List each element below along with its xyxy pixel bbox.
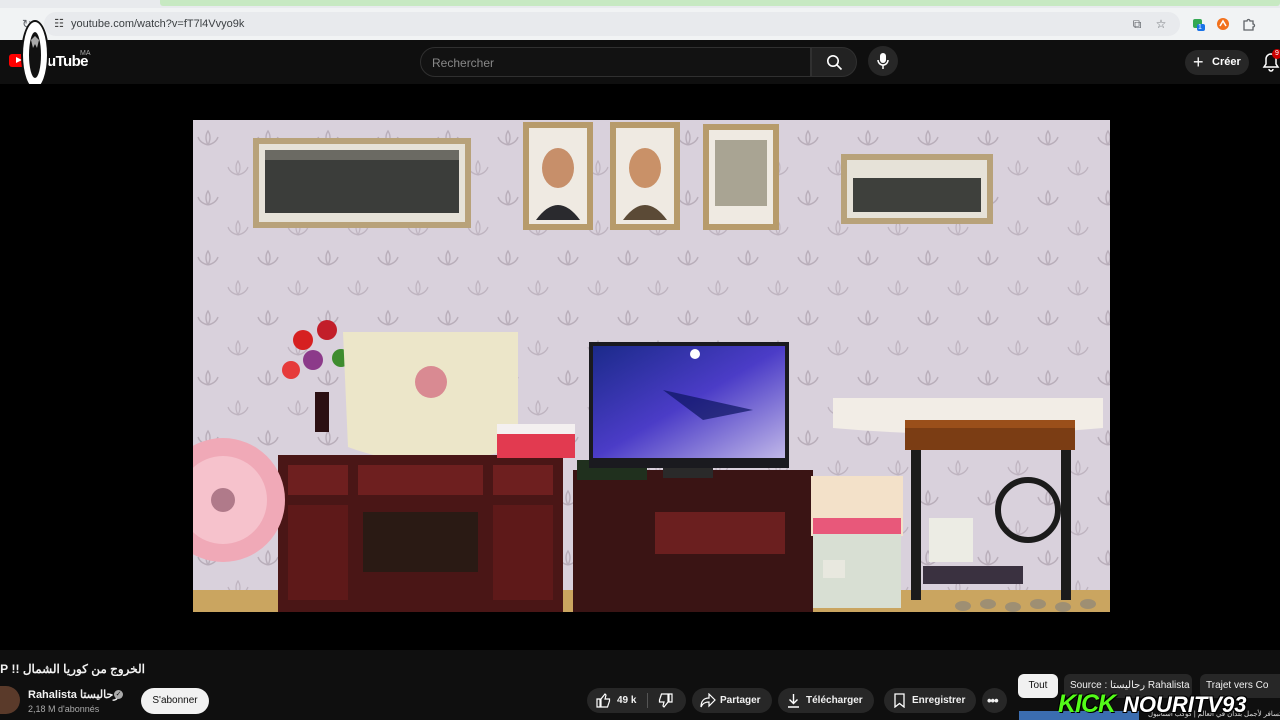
share-label: Partager (720, 695, 761, 706)
chip-all[interactable]: Tout (1018, 674, 1058, 698)
subscribe-button[interactable]: S'abonner (141, 688, 209, 714)
site-settings-icon[interactable]: ☷ (52, 17, 66, 31)
search-button[interactable] (811, 47, 857, 77)
bookmark-star-icon[interactable]: ☆ (1154, 17, 1168, 31)
video-info-bar: الخروج من كوريا الشمال !! KP Rahalista ر… (0, 650, 1280, 720)
extension-orange-icon[interactable] (1216, 17, 1230, 31)
subscriber-count: 2,18 M d'abonnés (28, 704, 100, 714)
share-arrow-icon (700, 693, 716, 708)
download-button[interactable]: Télécharger (778, 688, 874, 713)
search-icon (827, 55, 843, 71)
verified-check-icon: ✓ (114, 690, 123, 699)
video-title: الخروج من كوريا الشمال !! KP (0, 662, 145, 676)
video-frame[interactable] (193, 120, 1110, 612)
share-button[interactable]: Partager (692, 688, 772, 713)
like-divider (647, 693, 648, 708)
streamer-watermark: NOURITV93 (1123, 692, 1247, 717)
video-player[interactable] (0, 84, 1280, 650)
thumbs-up-icon (596, 693, 611, 708)
create-button[interactable]: + Créer (1185, 50, 1249, 75)
browser-tab-strip (0, 0, 1280, 8)
notification-count-badge: 9 (1272, 49, 1280, 59)
like-count: 49 k (617, 695, 637, 706)
install-app-icon[interactable]: ⧉ (1130, 17, 1144, 31)
like-dislike-group: 49 k (587, 688, 686, 713)
address-bar[interactable]: ☷ youtube.com/watch?v=fT7l4Vvyo9k (44, 12, 1180, 36)
more-actions-button[interactable]: ••• (982, 688, 1007, 713)
search-field[interactable] (420, 47, 811, 77)
extensions-puzzle-icon[interactable] (1242, 17, 1256, 31)
create-label: Créer (1212, 56, 1241, 68)
download-icon (788, 694, 799, 708)
youtube-header: uTube MA + Créer 9 (0, 20, 1280, 90)
region-code: MA (80, 50, 91, 57)
channel-avatar[interactable] (0, 686, 20, 714)
browser-toolbar: ↻ ☷ youtube.com/watch?v=fT7l4Vvyo9k ⧉ ☆ … (0, 8, 1280, 40)
save-label: Enregistrer (912, 695, 966, 706)
like-button[interactable]: 49 k (587, 688, 647, 713)
thumbs-down-icon (658, 693, 673, 708)
download-label: Télécharger (806, 695, 863, 706)
channel-name[interactable]: Rahalista رحاليستا (28, 688, 119, 701)
video-still-image (193, 120, 1110, 612)
voice-search-button[interactable] (868, 46, 898, 76)
more-horizontal-icon: ••• (987, 693, 999, 708)
dislike-button[interactable] (649, 688, 686, 713)
kick-watermark: KICK (1058, 690, 1116, 718)
url-text[interactable]: youtube.com/watch?v=fT7l4Vvyo9k (71, 17, 244, 31)
extension-badge-count: 1 (1198, 24, 1202, 31)
channel-watermark-badge (21, 20, 49, 90)
save-button[interactable]: Enregistrer (884, 688, 976, 713)
plus-icon: + (1193, 52, 1204, 72)
search-input[interactable] (432, 55, 792, 71)
bookmark-icon (894, 693, 905, 708)
microphone-icon (877, 53, 889, 69)
